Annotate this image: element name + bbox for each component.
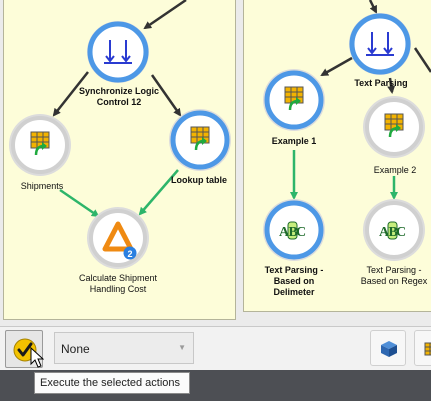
connector-arrow (59, 188, 100, 218)
node-label-text-parsing: Text Parsing (354, 78, 408, 88)
connector-arrow (368, 0, 378, 14)
node-label-example-1: Example 1 (271, 136, 317, 146)
node-label-lookup-table: Lookup table (171, 175, 227, 185)
node-example-2[interactable] (363, 96, 425, 158)
selection-dropdown[interactable]: None ▼ (54, 332, 194, 364)
text-abc-icon: A C B (379, 221, 406, 240)
chevron-down-icon: ▼ (178, 343, 186, 352)
node-text-parsing-delimeter[interactable]: A C B (263, 199, 325, 261)
node-label-shipments: Shipments (20, 181, 64, 191)
grid-tool-button[interactable] (414, 330, 431, 366)
execute-actions-tooltip: Execute the selected actions (34, 372, 190, 394)
node-calculate-shipment-handling-cost[interactable]: 2 (87, 207, 149, 269)
node-lookup-table[interactable] (169, 109, 231, 171)
text-abc-icon: A C B (279, 221, 306, 240)
node-label-example-2: Example 2 (373, 165, 417, 175)
table-icon (424, 342, 431, 356)
node-label-text-parsing-delimeter: Text Parsing - Based on Delimeter (264, 265, 324, 297)
svg-text:B: B (389, 225, 398, 240)
node-shipments[interactable] (9, 114, 71, 176)
node-label-calculate-shipment: Calculate Shipment Handling Cost (78, 273, 158, 294)
node-text-parsing[interactable] (349, 13, 411, 75)
connector-arrow (143, 0, 187, 30)
bottom-toolbar: None ▼ (0, 326, 431, 370)
node-text-parsing-regex[interactable]: A C B (363, 199, 425, 261)
mouse-cursor-icon (30, 347, 44, 368)
cube-icon (381, 341, 397, 357)
workflow-canvas[interactable]: 2 A C B A C B Synchronize Logic Control … (0, 0, 431, 326)
connector-arrow (320, 56, 353, 77)
connector-arrow (413, 47, 431, 73)
node-label-synchronize: Synchronize Logic Control 12 (78, 86, 159, 107)
package-button[interactable] (370, 330, 406, 366)
badge-count-text: 2 (127, 249, 132, 259)
node-label-text-parsing-regex: Text Parsing - Based on Regex (360, 265, 428, 286)
node-example-1[interactable] (263, 69, 325, 131)
node-synchronize-logic-control[interactable] (87, 21, 149, 83)
selection-dropdown-value: None (61, 342, 90, 356)
svg-text:B: B (289, 225, 298, 240)
